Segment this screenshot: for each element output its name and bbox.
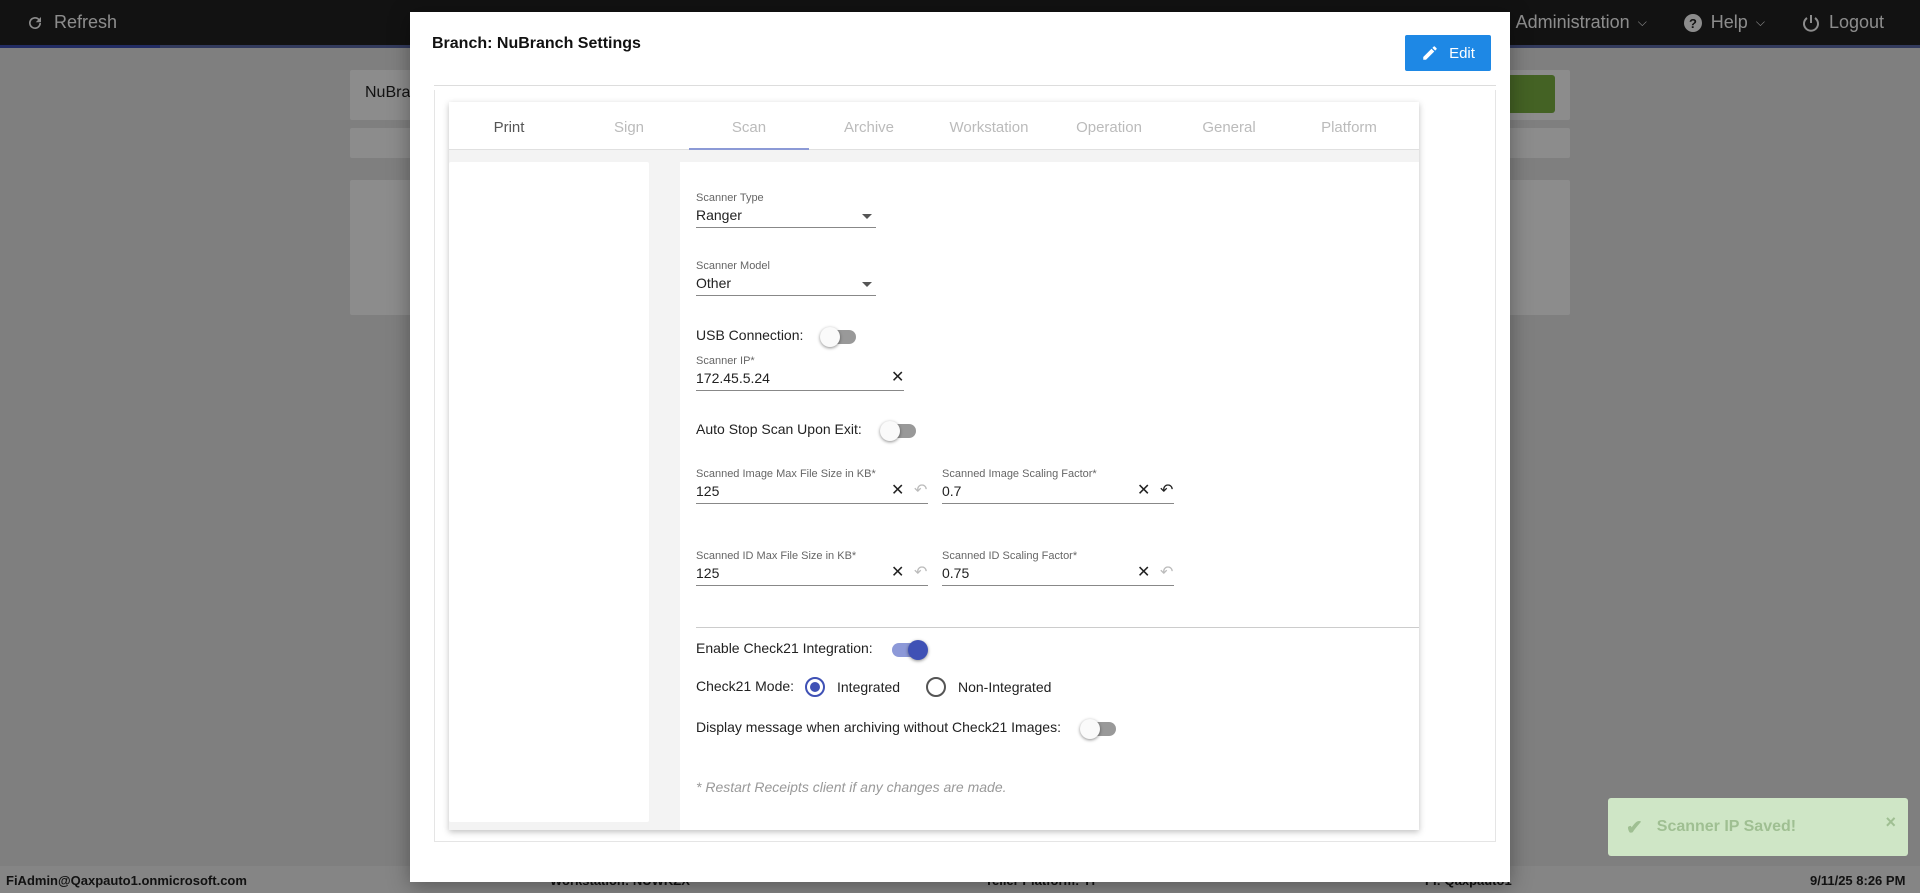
image-max-size-input[interactable]: 125 xyxy=(696,483,719,499)
settings-modal: Branch: NuBranch Settings Edit Print Sig… xyxy=(410,12,1510,882)
undo-icon[interactable]: ↶ xyxy=(1160,565,1173,581)
tab-operation[interactable]: Operation xyxy=(1049,102,1169,149)
tab-platform[interactable]: Platform xyxy=(1289,102,1409,149)
tab-workstation[interactable]: Workstation xyxy=(929,102,1049,149)
scanner-type-select[interactable]: Ranger xyxy=(696,207,742,223)
tab-scan[interactable]: Scan xyxy=(689,102,809,150)
pencil-icon xyxy=(1423,46,1437,60)
settings-left-pane xyxy=(449,162,649,822)
image-max-size-label: Scanned Image Max File Size in KB* xyxy=(696,468,876,480)
integrated-radio[interactable] xyxy=(805,677,825,697)
section-divider xyxy=(696,627,1419,628)
id-max-size-input[interactable]: 125 xyxy=(696,565,719,581)
edit-button[interactable]: Edit xyxy=(1405,35,1491,71)
clear-icon[interactable]: ✕ xyxy=(1137,483,1150,499)
id-scaling-input[interactable]: 0.75 xyxy=(942,565,969,581)
check21-mode-label: Check21 Mode: xyxy=(696,678,795,694)
settings-tabs: Print Sign Scan Archive Workstation Oper… xyxy=(449,102,1419,150)
check21-label: Enable Check21 Integration: xyxy=(696,640,873,656)
non-integrated-radio[interactable] xyxy=(926,677,946,697)
image-scaling-input[interactable]: 0.7 xyxy=(942,483,961,499)
dropdown-arrow-icon[interactable] xyxy=(862,282,872,287)
non-integrated-radio-label[interactable]: Non-Integrated xyxy=(958,679,1051,695)
id-max-size-label: Scanned ID Max File Size in KB* xyxy=(696,550,857,562)
tab-sign[interactable]: Sign xyxy=(569,102,689,149)
display-message-toggle[interactable] xyxy=(1080,719,1116,739)
clear-icon[interactable]: ✕ xyxy=(891,565,904,581)
modal-title: Branch: NuBranch Settings xyxy=(432,35,641,52)
toast-notification: ✔ Scanner IP Saved! × xyxy=(1608,798,1908,856)
clear-icon[interactable]: ✕ xyxy=(891,483,904,499)
scanner-ip-label: Scanner IP* xyxy=(696,355,755,367)
scanner-ip-input[interactable]: 172.45.5.24 xyxy=(696,370,770,386)
dropdown-arrow-icon[interactable] xyxy=(862,214,872,219)
close-icon[interactable]: × xyxy=(1885,812,1896,833)
display-message-label: Display message when archiving without C… xyxy=(696,719,1061,735)
undo-icon[interactable]: ↶ xyxy=(1160,483,1173,499)
undo-icon[interactable]: ↶ xyxy=(914,565,927,581)
clear-icon[interactable]: ✕ xyxy=(1137,565,1150,581)
scanner-model-label: Scanner Model xyxy=(696,260,770,272)
restart-footnote: * Restart Receipts client if any changes… xyxy=(696,779,1007,795)
tab-archive[interactable]: Archive xyxy=(809,102,929,149)
undo-icon[interactable]: ↶ xyxy=(914,483,927,499)
edit-label: Edit xyxy=(1449,44,1475,62)
check21-toggle[interactable] xyxy=(890,640,928,660)
toast-message: Scanner IP Saved! xyxy=(1656,818,1797,835)
usb-connection-label: USB Connection: xyxy=(696,327,804,343)
settings-panel: Print Sign Scan Archive Workstation Oper… xyxy=(449,102,1419,830)
integrated-radio-label[interactable]: Integrated xyxy=(837,679,900,695)
id-scaling-label: Scanned ID Scaling Factor* xyxy=(942,550,1078,562)
image-scaling-label: Scanned Image Scaling Factor* xyxy=(942,468,1097,480)
check-icon: ✔ xyxy=(1626,816,1643,839)
auto-stop-label: Auto Stop Scan Upon Exit: xyxy=(696,421,862,437)
scan-settings-form: Scanner Type Ranger Scanner Model Other … xyxy=(680,162,1419,830)
tab-print[interactable]: Print xyxy=(449,102,569,149)
tab-general[interactable]: General xyxy=(1169,102,1289,149)
clear-icon[interactable]: ✕ xyxy=(891,370,904,386)
usb-connection-toggle[interactable] xyxy=(820,327,856,347)
scanner-type-label: Scanner Type xyxy=(696,192,764,204)
scanner-model-select[interactable]: Other xyxy=(696,275,731,291)
auto-stop-toggle[interactable] xyxy=(880,421,916,441)
